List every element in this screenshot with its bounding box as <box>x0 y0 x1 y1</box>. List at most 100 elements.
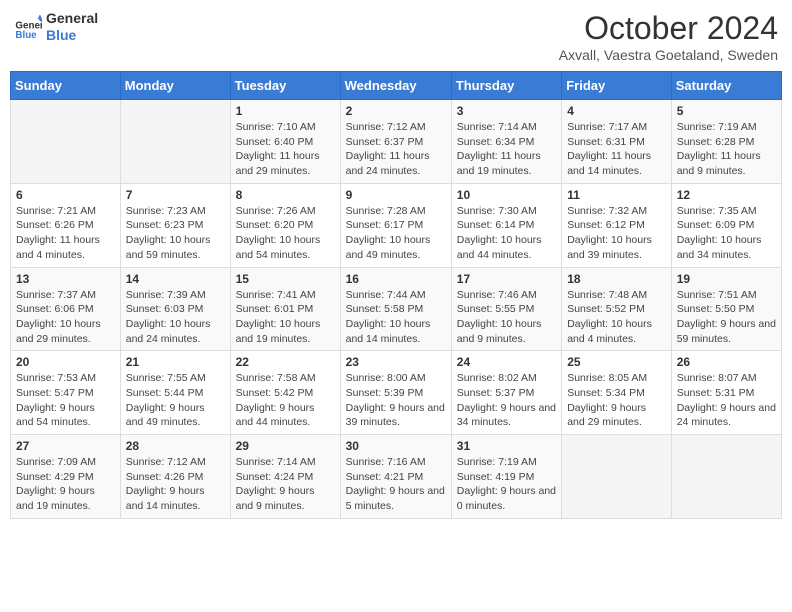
logo-line1: General <box>46 10 98 27</box>
logo: General Blue General Blue <box>14 10 98 44</box>
cell-content: Sunrise: 7:19 AM Sunset: 4:19 PM Dayligh… <box>457 455 556 514</box>
day-number: 18 <box>567 272 666 286</box>
cell-content: Sunrise: 7:14 AM Sunset: 4:24 PM Dayligh… <box>236 455 335 514</box>
calendar-cell: 8 Sunrise: 7:26 AM Sunset: 6:20 PM Daylig… <box>230 183 340 267</box>
cell-content: Sunrise: 7:14 AM Sunset: 6:34 PM Dayligh… <box>457 120 556 179</box>
day-header-tuesday: Tuesday <box>230 72 340 100</box>
location-subtitle: Axvall, Vaestra Goetaland, Sweden <box>559 47 778 63</box>
cell-content: Sunrise: 8:05 AM Sunset: 5:34 PM Dayligh… <box>567 371 666 430</box>
cell-content: Sunrise: 7:30 AM Sunset: 6:14 PM Dayligh… <box>457 204 556 263</box>
calendar-cell: 1 Sunrise: 7:10 AM Sunset: 6:40 PM Daylig… <box>230 100 340 184</box>
calendar-cell: 11 Sunrise: 7:32 AM Sunset: 6:12 PM Dayli… <box>562 183 672 267</box>
day-number: 10 <box>457 188 556 202</box>
day-number: 26 <box>677 355 776 369</box>
calendar-cell: 28 Sunrise: 7:12 AM Sunset: 4:26 PM Dayli… <box>120 435 230 519</box>
calendar-cell: 15 Sunrise: 7:41 AM Sunset: 6:01 PM Dayli… <box>230 267 340 351</box>
calendar-cell: 4 Sunrise: 7:17 AM Sunset: 6:31 PM Daylig… <box>562 100 672 184</box>
day-number: 3 <box>457 104 556 118</box>
day-number: 21 <box>126 355 225 369</box>
cell-content: Sunrise: 7:26 AM Sunset: 6:20 PM Dayligh… <box>236 204 335 263</box>
calendar-table: SundayMondayTuesdayWednesdayThursdayFrid… <box>10 71 782 519</box>
cell-content: Sunrise: 7:44 AM Sunset: 5:58 PM Dayligh… <box>346 288 446 347</box>
cell-content: Sunrise: 7:17 AM Sunset: 6:31 PM Dayligh… <box>567 120 666 179</box>
cell-content: Sunrise: 7:41 AM Sunset: 6:01 PM Dayligh… <box>236 288 335 347</box>
day-number: 25 <box>567 355 666 369</box>
month-title: October 2024 <box>559 10 778 47</box>
calendar-cell: 31 Sunrise: 7:19 AM Sunset: 4:19 PM Dayli… <box>451 435 561 519</box>
calendar-cell: 3 Sunrise: 7:14 AM Sunset: 6:34 PM Daylig… <box>451 100 561 184</box>
calendar-week-row: 6 Sunrise: 7:21 AM Sunset: 6:26 PM Daylig… <box>11 183 782 267</box>
cell-content: Sunrise: 7:53 AM Sunset: 5:47 PM Dayligh… <box>16 371 115 430</box>
svg-text:Blue: Blue <box>15 30 37 41</box>
calendar-cell: 29Sunrise: 7:14 AM Sunset: 4:24 PM Dayli… <box>230 435 340 519</box>
day-number: 23 <box>346 355 446 369</box>
cell-content: Sunrise: 7:10 AM Sunset: 6:40 PM Dayligh… <box>236 120 335 179</box>
cell-content: Sunrise: 7:19 AM Sunset: 6:28 PM Dayligh… <box>677 120 776 179</box>
cell-content: Sunrise: 7:12 AM Sunset: 4:26 PM Dayligh… <box>126 455 225 514</box>
cell-content: Sunrise: 7:12 AM Sunset: 6:37 PM Dayligh… <box>346 120 446 179</box>
calendar-cell: 24 Sunrise: 8:02 AM Sunset: 5:37 PM Dayli… <box>451 351 561 435</box>
calendar-cell <box>671 435 781 519</box>
cell-content: Sunrise: 7:58 AM Sunset: 5:42 PM Dayligh… <box>236 371 335 430</box>
day-number: 17 <box>457 272 556 286</box>
cell-content: Sunrise: 7:37 AM Sunset: 6:06 PM Dayligh… <box>16 288 115 347</box>
calendar-cell: 17Sunrise: 7:46 AM Sunset: 5:55 PM Dayli… <box>451 267 561 351</box>
cell-content: Sunrise: 7:55 AM Sunset: 5:44 PM Dayligh… <box>126 371 225 430</box>
day-number: 4 <box>567 104 666 118</box>
calendar-cell: 26 Sunrise: 8:07 AM Sunset: 5:31 PM Dayli… <box>671 351 781 435</box>
day-number: 5 <box>677 104 776 118</box>
cell-content: Sunrise: 8:07 AM Sunset: 5:31 PM Dayligh… <box>677 371 776 430</box>
calendar-cell: 20Sunrise: 7:53 AM Sunset: 5:47 PM Dayli… <box>11 351 121 435</box>
page-header: General Blue General Blue October 2024 A… <box>10 10 782 63</box>
calendar-cell: 22Sunrise: 7:58 AM Sunset: 5:42 PM Dayli… <box>230 351 340 435</box>
calendar-cell <box>120 100 230 184</box>
day-number: 12 <box>677 188 776 202</box>
calendar-week-row: 13 Sunrise: 7:37 AM Sunset: 6:06 PM Dayli… <box>11 267 782 351</box>
calendar-cell <box>562 435 672 519</box>
calendar-week-row: 27Sunrise: 7:09 AM Sunset: 4:29 PM Dayli… <box>11 435 782 519</box>
day-header-thursday: Thursday <box>451 72 561 100</box>
calendar-cell <box>11 100 121 184</box>
calendar-cell: 13 Sunrise: 7:37 AM Sunset: 6:06 PM Dayli… <box>11 267 121 351</box>
calendar-week-row: 20Sunrise: 7:53 AM Sunset: 5:47 PM Dayli… <box>11 351 782 435</box>
cell-content: Sunrise: 8:02 AM Sunset: 5:37 PM Dayligh… <box>457 371 556 430</box>
cell-content: Sunrise: 7:51 AM Sunset: 5:50 PM Dayligh… <box>677 288 776 347</box>
cell-content: Sunrise: 7:23 AM Sunset: 6:23 PM Dayligh… <box>126 204 225 263</box>
cell-content: Sunrise: 7:39 AM Sunset: 6:03 PM Dayligh… <box>126 288 225 347</box>
calendar-cell: 6 Sunrise: 7:21 AM Sunset: 6:26 PM Daylig… <box>11 183 121 267</box>
calendar-cell: 27Sunrise: 7:09 AM Sunset: 4:29 PM Dayli… <box>11 435 121 519</box>
calendar-week-row: 1 Sunrise: 7:10 AM Sunset: 6:40 PM Daylig… <box>11 100 782 184</box>
day-header-wednesday: Wednesday <box>340 72 451 100</box>
calendar-cell: 16 Sunrise: 7:44 AM Sunset: 5:58 PM Dayli… <box>340 267 451 351</box>
cell-content: Sunrise: 7:48 AM Sunset: 5:52 PM Dayligh… <box>567 288 666 347</box>
day-number: 6 <box>16 188 115 202</box>
day-number: 13 <box>16 272 115 286</box>
calendar-cell: 12Sunrise: 7:35 AM Sunset: 6:09 PM Dayli… <box>671 183 781 267</box>
day-number: 16 <box>346 272 446 286</box>
calendar-cell: 9Sunrise: 7:28 AM Sunset: 6:17 PM Daylig… <box>340 183 451 267</box>
day-number: 30 <box>346 439 446 453</box>
day-number: 19 <box>677 272 776 286</box>
day-number: 8 <box>236 188 335 202</box>
day-number: 24 <box>457 355 556 369</box>
day-header-sunday: Sunday <box>11 72 121 100</box>
calendar-header-row: SundayMondayTuesdayWednesdayThursdayFrid… <box>11 72 782 100</box>
calendar-cell: 2 Sunrise: 7:12 AM Sunset: 6:37 PM Daylig… <box>340 100 451 184</box>
day-number: 31 <box>457 439 556 453</box>
day-number: 11 <box>567 188 666 202</box>
day-number: 28 <box>126 439 225 453</box>
day-number: 7 <box>126 188 225 202</box>
calendar-cell: 25 Sunrise: 8:05 AM Sunset: 5:34 PM Dayli… <box>562 351 672 435</box>
cell-content: Sunrise: 7:32 AM Sunset: 6:12 PM Dayligh… <box>567 204 666 263</box>
day-number: 1 <box>236 104 335 118</box>
cell-content: Sunrise: 7:16 AM Sunset: 4:21 PM Dayligh… <box>346 455 446 514</box>
cell-content: Sunrise: 7:21 AM Sunset: 6:26 PM Dayligh… <box>16 204 115 263</box>
calendar-cell: 19 Sunrise: 7:51 AM Sunset: 5:50 PM Dayli… <box>671 267 781 351</box>
cell-content: Sunrise: 8:00 AM Sunset: 5:39 PM Dayligh… <box>346 371 446 430</box>
day-number: 2 <box>346 104 446 118</box>
day-header-monday: Monday <box>120 72 230 100</box>
day-header-friday: Friday <box>562 72 672 100</box>
calendar-cell: 10 Sunrise: 7:30 AM Sunset: 6:14 PM Dayli… <box>451 183 561 267</box>
day-number: 15 <box>236 272 335 286</box>
title-section: October 2024 Axvall, Vaestra Goetaland, … <box>559 10 778 63</box>
